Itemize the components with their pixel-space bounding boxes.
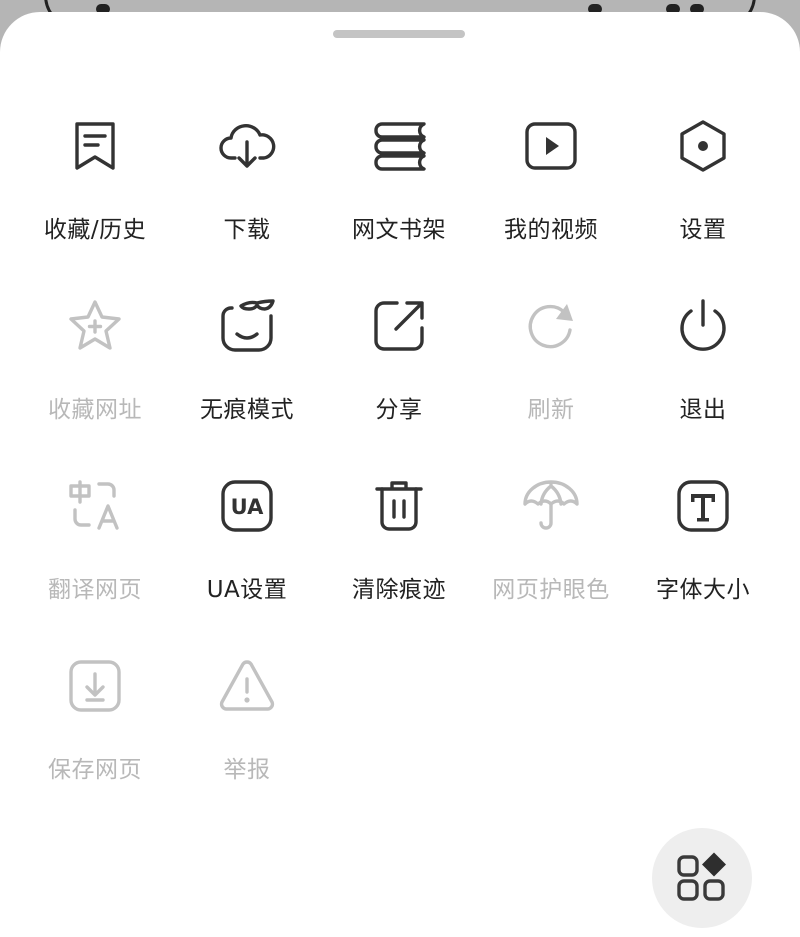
menu-item-report[interactable]: 举报 bbox=[171, 642, 323, 822]
apps-grid-button[interactable] bbox=[652, 828, 752, 928]
incognito-face-icon bbox=[215, 294, 279, 358]
menu-item-exit[interactable]: 退出 bbox=[627, 282, 779, 462]
menu-item-favorites-history[interactable]: 收藏/历史 bbox=[19, 102, 171, 282]
menu-item-clear-traces[interactable]: 清除痕迹 bbox=[323, 462, 475, 642]
menu-item-label: 收藏/历史 bbox=[43, 217, 147, 243]
star-plus-icon bbox=[63, 294, 127, 358]
bookmark-icon bbox=[63, 114, 127, 178]
share-icon bbox=[367, 294, 431, 358]
menu-grid: 收藏/历史 下载 网文书架 我的视频 设置 收藏网址 无痕模式 分享 刷新 退出… bbox=[19, 102, 779, 822]
books-icon bbox=[367, 114, 431, 178]
menu-item-translate[interactable]: 翻译网页 bbox=[19, 462, 171, 642]
menu-item-label: UA设置 bbox=[206, 577, 288, 603]
menu-item-label: 分享 bbox=[375, 397, 423, 423]
menu-item-share[interactable]: 分享 bbox=[323, 282, 475, 462]
menu-item-ua-settings[interactable]: UA UA设置 bbox=[171, 462, 323, 642]
menu-item-bookmark-url[interactable]: 收藏网址 bbox=[19, 282, 171, 462]
menu-item-font-size[interactable]: 字体大小 bbox=[627, 462, 779, 642]
refresh-icon bbox=[519, 294, 583, 358]
menu-item-label: 无痕模式 bbox=[200, 397, 294, 423]
menu-item-label: 举报 bbox=[223, 757, 271, 783]
menu-item-incognito[interactable]: 无痕模式 bbox=[171, 282, 323, 462]
cloud-download-icon bbox=[215, 114, 279, 178]
menu-item-label: 清除痕迹 bbox=[352, 577, 446, 603]
menu-item-refresh[interactable]: 刷新 bbox=[475, 282, 627, 462]
menu-item-download[interactable]: 下载 bbox=[171, 102, 323, 282]
menu-item-eye-protection[interactable]: 网页护眼色 bbox=[475, 462, 627, 642]
menu-item-settings[interactable]: 设置 bbox=[627, 102, 779, 282]
menu-item-label: 设置 bbox=[679, 217, 727, 243]
menu-item-label: 我的视频 bbox=[504, 217, 598, 243]
menu-item-bookshelf[interactable]: 网文书架 bbox=[323, 102, 475, 282]
menu-item-save-page[interactable]: 保存网页 bbox=[19, 642, 171, 822]
play-icon bbox=[519, 114, 583, 178]
menu-item-label: 网页护眼色 bbox=[492, 577, 610, 603]
save-download-icon bbox=[63, 654, 127, 718]
svg-text:UA: UA bbox=[231, 495, 264, 519]
menu-item-label: 保存网页 bbox=[48, 757, 142, 783]
ua-icon: UA bbox=[215, 474, 279, 538]
apps-grid-icon bbox=[677, 852, 726, 901]
menu-item-my-videos[interactable]: 我的视频 bbox=[475, 102, 627, 282]
menu-item-label: 收藏网址 bbox=[48, 397, 142, 423]
font-size-icon bbox=[671, 474, 735, 538]
drag-handle[interactable] bbox=[333, 30, 465, 38]
menu-item-label: 网文书架 bbox=[352, 217, 446, 243]
warning-icon bbox=[215, 654, 279, 718]
hexagon-gear-icon bbox=[671, 114, 735, 178]
menu-item-label: 字体大小 bbox=[656, 577, 750, 603]
menu-item-label: 翻译网页 bbox=[48, 577, 142, 603]
menu-item-label: 下载 bbox=[223, 217, 271, 243]
power-icon bbox=[671, 294, 735, 358]
trash-icon bbox=[367, 474, 431, 538]
menu-item-label: 退出 bbox=[679, 397, 727, 423]
menu-item-label: 刷新 bbox=[527, 397, 575, 423]
umbrella-icon bbox=[519, 474, 583, 538]
translate-icon bbox=[63, 474, 127, 538]
